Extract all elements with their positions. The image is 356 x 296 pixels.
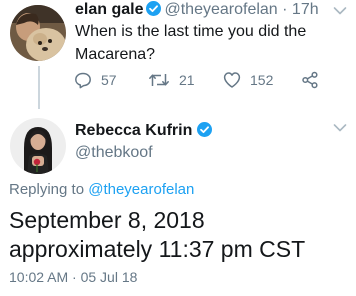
author-name[interactable]: Rebecca Kufrin	[75, 122, 192, 139]
like-icon	[223, 72, 241, 88]
author-name-row: Rebecca Kufrin	[75, 121, 213, 141]
tweet-text: September 8, 2018 approximately 11:37 pm…	[9, 207, 306, 262]
author-handle[interactable]: @thebkoof	[75, 143, 153, 163]
thread-connector-line	[38, 66, 40, 109]
avatar-rebecca-kufrin[interactable]	[10, 118, 66, 174]
verified-badge-icon	[197, 122, 213, 137]
retweet-button[interactable]: 21	[148, 70, 195, 90]
avatar-image	[10, 5, 66, 61]
reply-button[interactable]: 57	[74, 70, 117, 90]
replying-to: Replying to @theyearofelan	[9, 181, 194, 199]
avatar-elan-gale[interactable]	[10, 5, 66, 61]
tweet-timestamp[interactable]: 10:02 AM · 05 Jul 18	[9, 268, 137, 286]
share-button[interactable]	[301, 70, 319, 90]
retweet-count: 21	[179, 72, 195, 88]
reply-icon	[75, 72, 91, 89]
retweet-icon	[149, 74, 169, 86]
tweet-header: elan gale @theyearofelan · 17h	[75, 0, 319, 20]
like-button[interactable]: 152	[223, 70, 273, 90]
reply-count: 57	[101, 72, 117, 88]
tweet-text: When is the last time you did the Macare…	[75, 23, 307, 63]
replying-to-mention[interactable]: @theyearofelan	[88, 181, 194, 198]
chevron-down-icon[interactable]	[333, 123, 347, 133]
meta-separator: ·	[282, 1, 288, 18]
share-icon	[302, 71, 318, 89]
verified-badge-icon	[146, 1, 162, 16]
avatar-image	[10, 118, 66, 174]
author-name[interactable]: elan gale	[75, 1, 143, 18]
chevron-down-icon[interactable]	[333, 6, 347, 16]
author-handle[interactable]: @theyearofelan	[164, 1, 277, 18]
replying-to-label: Replying to	[9, 181, 85, 198]
like-count: 152	[250, 72, 274, 88]
tweet-time[interactable]: 17h	[292, 1, 319, 18]
